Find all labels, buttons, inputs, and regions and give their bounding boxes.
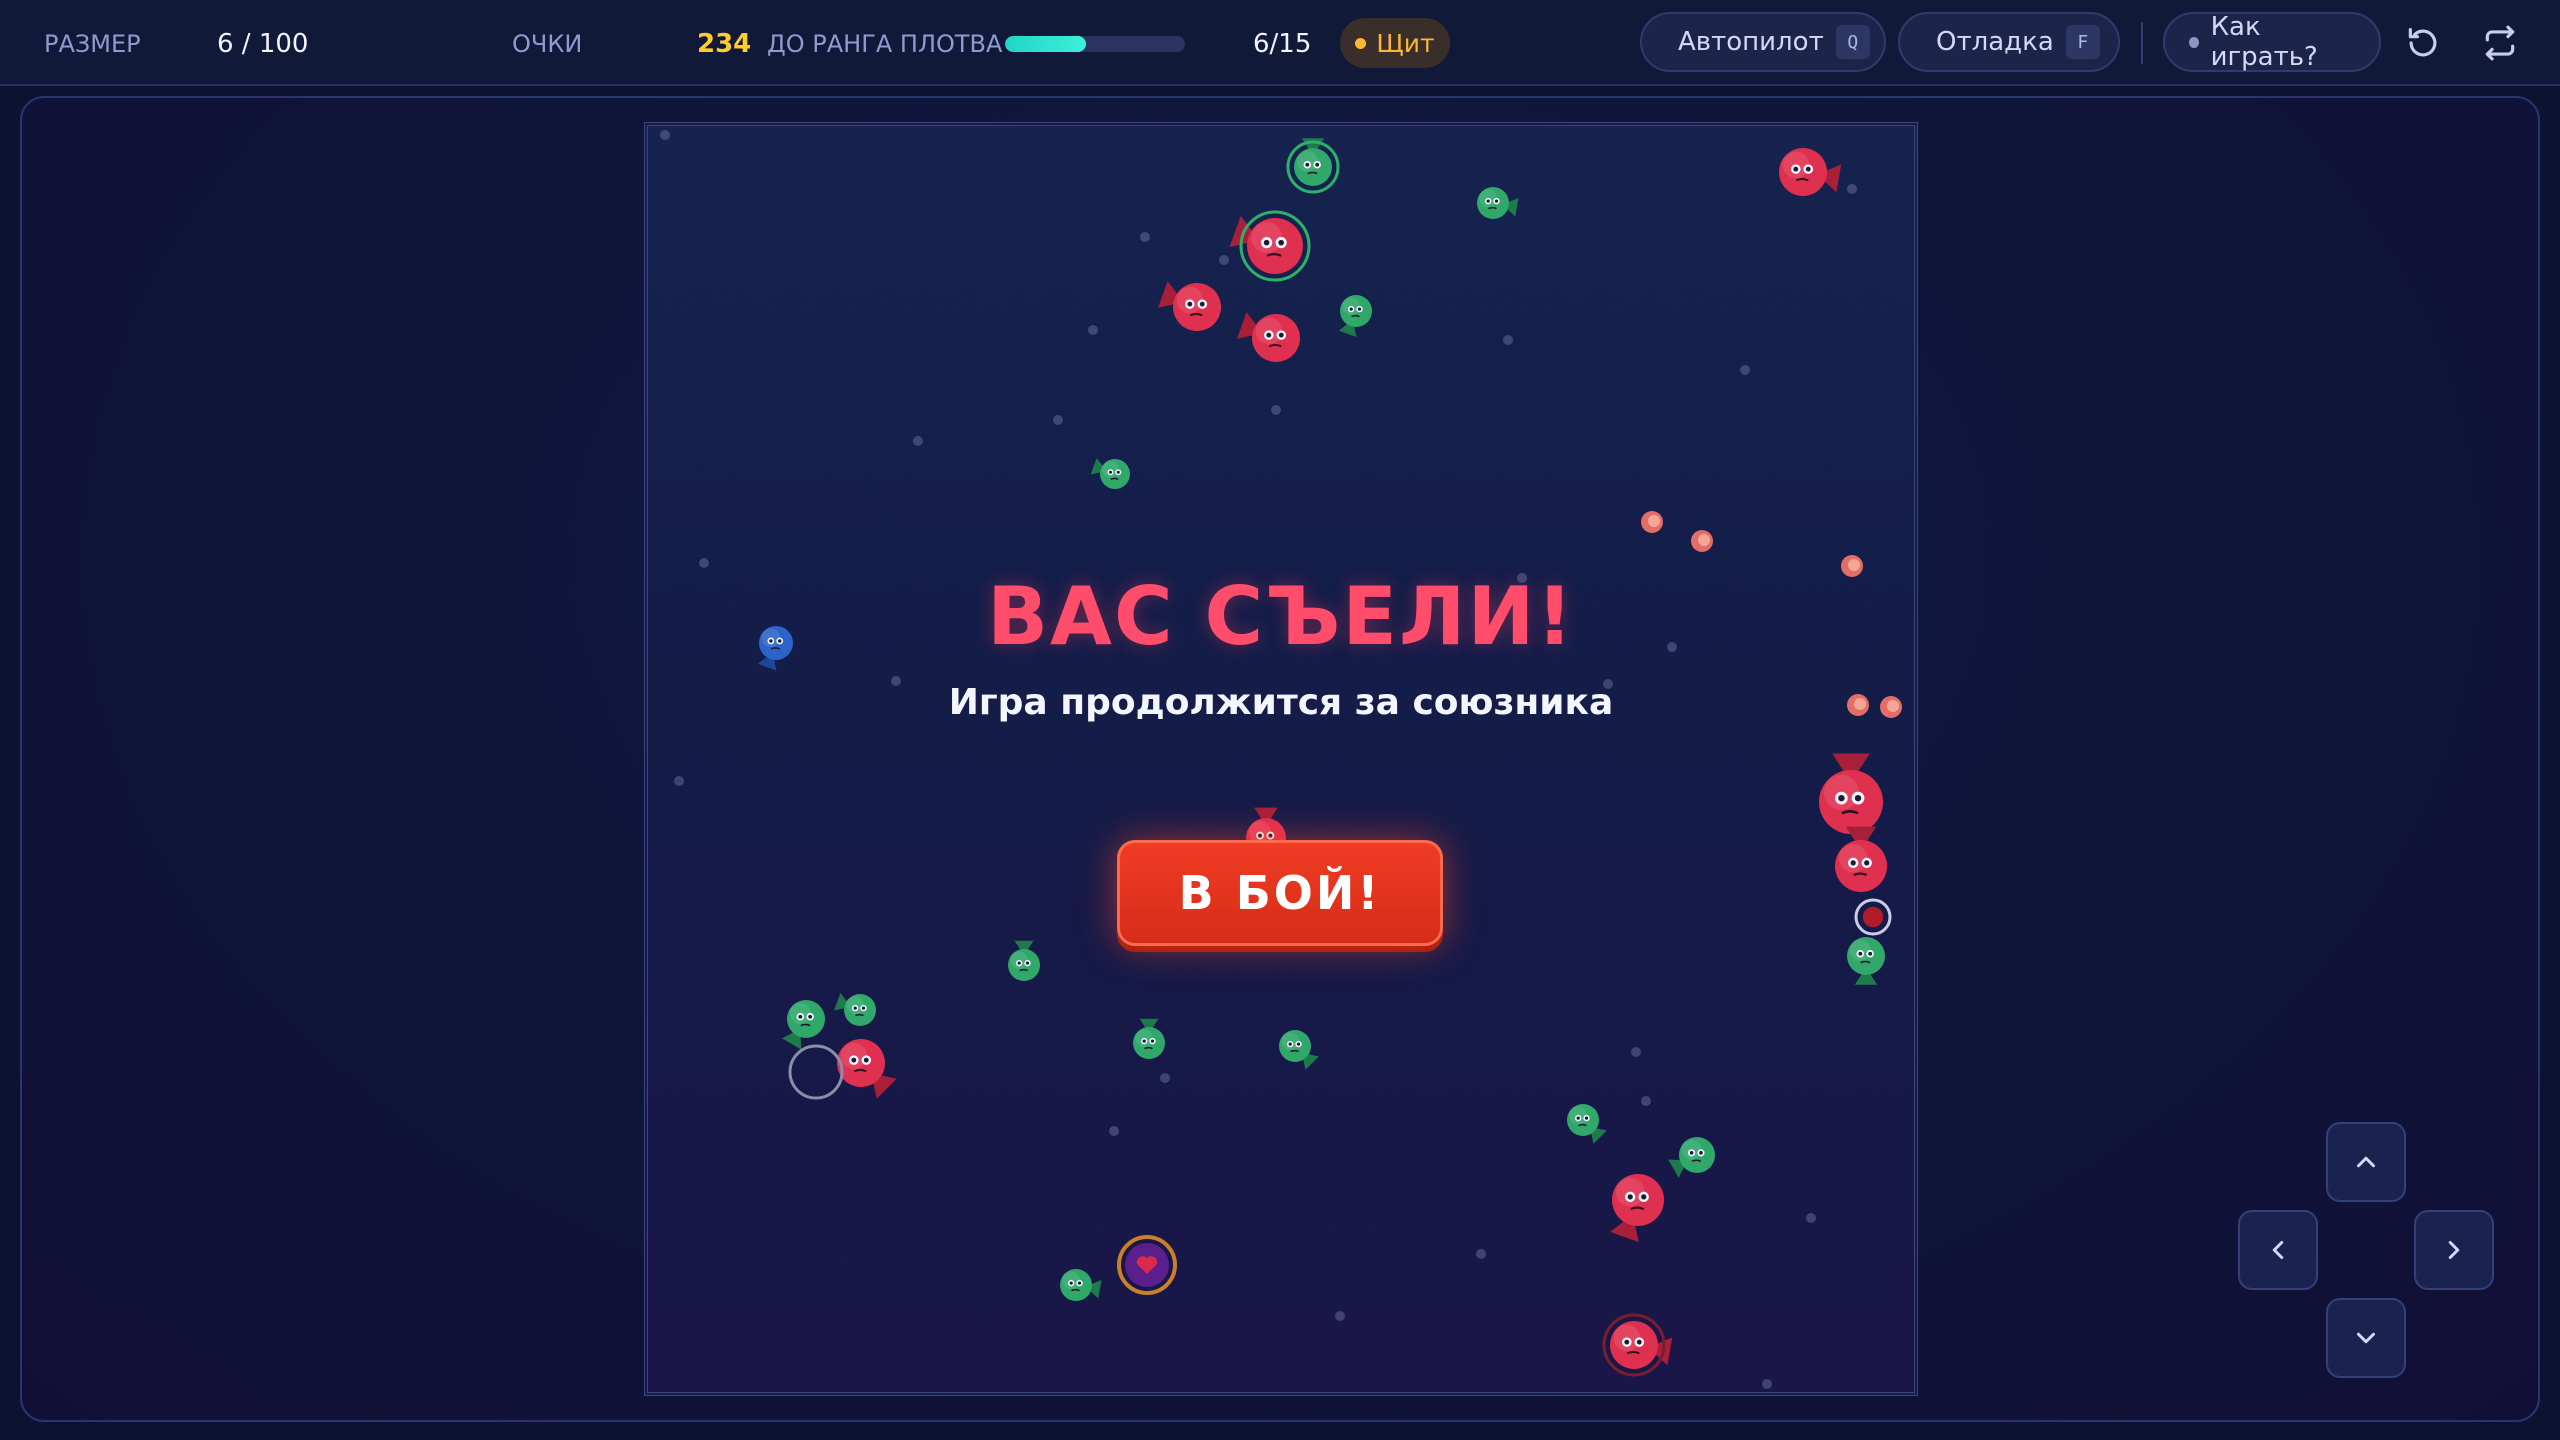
enemy-fish (1610, 1174, 1664, 1243)
how-to-play-dot-icon (2189, 36, 2199, 48)
autopilot-button[interactable]: Автопилот Q (1640, 12, 1886, 72)
restart-icon (2408, 27, 2437, 57)
rank-value: 6/15 (1253, 29, 1312, 59)
dpad-down-button[interactable] (2326, 1298, 2406, 1378)
enemy-fish (1602, 1313, 1673, 1377)
chevron-up-icon (2357, 1156, 2375, 1168)
food-pellet (1691, 530, 1713, 552)
shield-status-badge: Щит (1340, 18, 1450, 68)
how-to-play-label: Как играть? (2210, 12, 2318, 72)
swap-icon (2485, 25, 2515, 61)
autopilot-key: Q (1835, 25, 1870, 59)
bubble-particle (1847, 184, 1857, 194)
bubble-particle (1140, 232, 1150, 242)
ally-fish (1477, 187, 1519, 219)
bubble-particle (1740, 365, 1750, 375)
shield-dot-icon (1355, 37, 1367, 49)
ally-fish (1060, 1269, 1102, 1301)
chevron-left-icon (2272, 1241, 2284, 1259)
bubble-particle (1160, 1073, 1170, 1083)
bubble-particle (699, 558, 709, 568)
debug-label: Отладка (1936, 27, 2054, 57)
enemy-fish (1819, 753, 1883, 834)
bubble-particle (1109, 1126, 1119, 1136)
ally-fish (1668, 1137, 1715, 1178)
game-over-subtitle: Игра продолжится за союзника (948, 682, 1614, 723)
player-ghost-fish (757, 626, 793, 671)
fight-button[interactable]: В БОЙ! (1117, 840, 1443, 946)
rank-label: ДО РАНГА ПЛОТВА (767, 30, 1003, 58)
ally-fish (1338, 295, 1372, 338)
food-pellet (1847, 694, 1869, 716)
enemy-fish (1157, 281, 1221, 331)
chevron-down-icon (2357, 1332, 2375, 1344)
ally-fish (1847, 937, 1885, 985)
chevron-right-icon (2448, 1241, 2460, 1259)
dpad-right-button[interactable] (2414, 1210, 2494, 1290)
heart-powerup-icon (1117, 1235, 1177, 1295)
swap-button[interactable] (2477, 20, 2523, 66)
debug-key: F (2065, 25, 2100, 59)
fish-layer (660, 130, 1902, 1389)
autopilot-label: Автопилот (1678, 27, 1824, 57)
aquarium-field[interactable] (644, 122, 1918, 1396)
bubble-particle (1088, 325, 1098, 335)
debug-button[interactable]: Отладка F (1898, 12, 2120, 72)
bubble-particle (1641, 1096, 1651, 1106)
rank-progress-bar (1005, 36, 1185, 52)
score-label: ОЧКИ (512, 30, 583, 58)
ally-fish (781, 1000, 825, 1050)
food-pellet (1841, 555, 1863, 577)
dpad-left-button[interactable] (2238, 1210, 2318, 1290)
bubble-particle (913, 436, 923, 446)
ally-fish (1279, 1030, 1319, 1070)
size-label: РАЗМЕР (44, 30, 141, 58)
ally-fish (833, 992, 876, 1026)
size-value: 6 / 100 (217, 29, 309, 59)
bubble-particle (1335, 1311, 1345, 1321)
bubble-particle (1219, 255, 1229, 265)
enemy-fish (1779, 148, 1842, 196)
ally-fish (1286, 138, 1340, 194)
game-over-title: ВАС СЪЕЛИ! (987, 570, 1575, 663)
food-pellet (1641, 511, 1663, 533)
enemy-fish (1229, 210, 1311, 282)
how-to-play-button[interactable]: Как играть? (2163, 12, 2381, 72)
shield-label: Щит (1376, 28, 1435, 58)
rank-progress-fill (1005, 36, 1086, 52)
enemy-fish (837, 1039, 897, 1099)
ally-fish (1567, 1104, 1607, 1144)
eaten-marker (1854, 898, 1892, 936)
bubble-particle (1631, 1047, 1641, 1057)
restart-button[interactable] (2400, 20, 2446, 66)
ally-fish (1008, 940, 1040, 981)
bubble-particle (1476, 1249, 1486, 1259)
toolbar-divider (2141, 22, 2143, 64)
ally-fish (1133, 1018, 1165, 1059)
food-pellet (1880, 696, 1902, 718)
enemy-fish (1236, 312, 1300, 362)
dpad-up-button[interactable] (2326, 1122, 2406, 1202)
bubble-particle (1271, 405, 1281, 415)
bubble-particle (660, 130, 670, 140)
bubble-particle (1762, 1379, 1772, 1389)
enemy-fish (1835, 826, 1887, 892)
bubble-particle (1806, 1213, 1816, 1223)
ally-fish (1090, 457, 1130, 489)
bubble-particle (674, 776, 684, 786)
top-hud-bar: РАЗМЕР 6 / 100 ОЧКИ 234 ДО РАНГА ПЛОТВА … (0, 0, 2560, 86)
bubble-particle (1503, 335, 1513, 345)
score-value: 234 (697, 29, 752, 59)
empty-ring (788, 1044, 844, 1100)
bubble-particle (1053, 415, 1063, 425)
